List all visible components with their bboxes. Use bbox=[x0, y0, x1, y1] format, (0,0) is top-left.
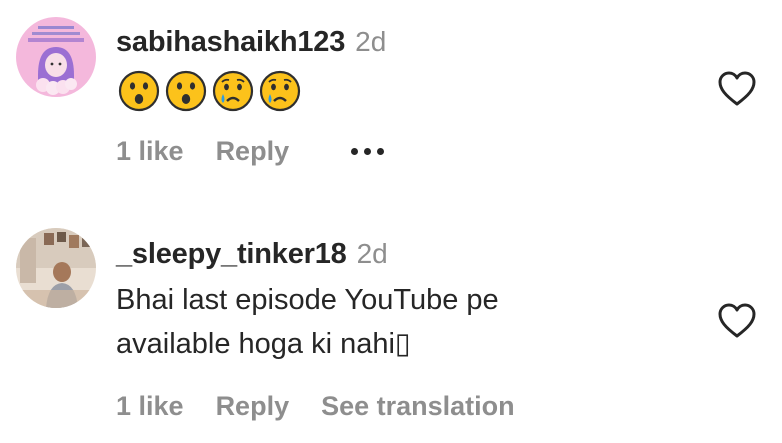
username-link[interactable]: sabihashaikh123 bbox=[116, 26, 345, 58]
comment-item: _sleepy_tinker18 2d Bhai last episode You… bbox=[0, 200, 782, 443]
username-link[interactable]: _sleepy_tinker18 bbox=[116, 238, 347, 270]
comment-actions: 1 like Reply bbox=[116, 136, 385, 167]
reply-button[interactable]: Reply bbox=[216, 136, 290, 167]
comment-text-line: Bhai last episode YouTube pe bbox=[116, 284, 499, 316]
like-heart-icon[interactable] bbox=[717, 70, 757, 108]
hushed-face-emoji bbox=[165, 70, 207, 112]
comment-actions: 1 like Reply See translation bbox=[116, 391, 547, 422]
comment-time: 2d bbox=[355, 26, 387, 57]
comment-text-line: available hoga ki nahi▯ bbox=[116, 328, 411, 360]
comment-header: sabihashaikh123 2d bbox=[116, 28, 386, 57]
likes-count-link[interactable]: 1 like bbox=[116, 391, 184, 422]
comment-text: Bhai last episode YouTube pe available h… bbox=[116, 278, 499, 366]
crying-face-emoji bbox=[212, 70, 254, 112]
like-heart-icon[interactable] bbox=[717, 302, 757, 340]
see-translation-link[interactable]: See translation bbox=[321, 391, 515, 422]
likes-count-link[interactable]: 1 like bbox=[116, 136, 184, 167]
reply-button[interactable]: Reply bbox=[216, 391, 290, 422]
avatar[interactable] bbox=[16, 17, 96, 97]
comment-item: sabihashaikh123 2d 1 like Reply bbox=[0, 0, 782, 200]
more-options-icon[interactable] bbox=[351, 148, 385, 155]
hushed-face-emoji bbox=[118, 70, 160, 112]
comment-time: 2d bbox=[356, 238, 388, 269]
comment-text bbox=[118, 70, 301, 112]
avatar-image bbox=[16, 228, 96, 308]
avatar[interactable] bbox=[16, 228, 96, 308]
comment-header: _sleepy_tinker18 2d bbox=[116, 240, 388, 269]
crying-face-emoji bbox=[259, 70, 301, 112]
avatar-image bbox=[16, 17, 96, 97]
